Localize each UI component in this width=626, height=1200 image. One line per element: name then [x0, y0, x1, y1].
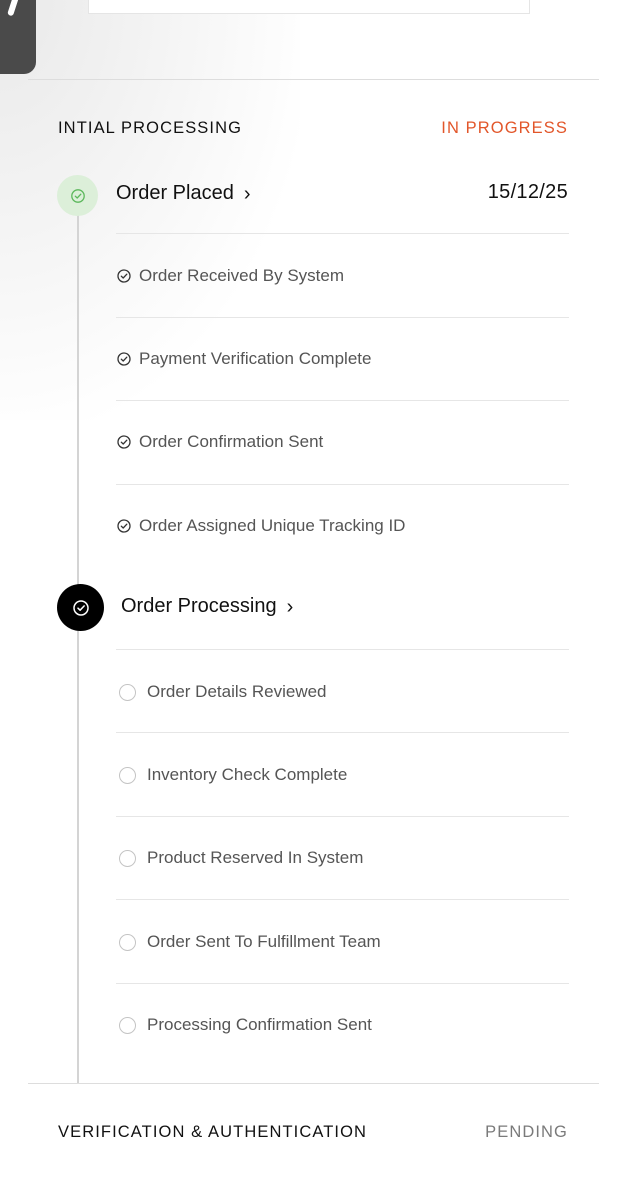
row-divider — [116, 983, 569, 984]
check-circle-icon — [117, 435, 131, 449]
step-item: Inventory Check Complete — [116, 765, 347, 785]
step-label: Payment Verification Complete — [139, 349, 372, 368]
check-circle-icon — [72, 599, 89, 616]
row-divider — [116, 649, 569, 650]
stage-current-node — [57, 584, 104, 631]
empty-circle-icon — [119, 933, 136, 951]
step-item: Order Received By System — [116, 266, 344, 286]
empty-circle-icon — [119, 1016, 136, 1034]
row-divider — [116, 400, 569, 401]
empty-circle-icon — [119, 766, 136, 784]
step-label: Order Details Reviewed — [147, 682, 327, 701]
chevron-right-icon: › — [286, 595, 294, 618]
step-label: Order Confirmation Sent — [139, 432, 324, 451]
back-glyph-icon — [7, 0, 19, 17]
step-label: Order Assigned Unique Tracking ID — [139, 516, 406, 535]
section-title-verification: VERIFICATION & AUTHENTICATION — [58, 1123, 368, 1141]
empty-circle-icon — [119, 683, 136, 701]
section-status-in-progress: IN PROGRESS — [441, 119, 568, 137]
row-divider — [116, 484, 569, 485]
step-label: Inventory Check Complete — [147, 765, 348, 784]
check-circle-icon — [70, 188, 85, 203]
timeline-line — [77, 196, 79, 1083]
step-item: Processing Confirmation Sent — [116, 1015, 372, 1035]
stage-order-placed[interactable]: Order Placed › — [116, 182, 251, 205]
section-status-pending: PENDING — [485, 1123, 568, 1141]
stage-date: 15/12/25 — [487, 181, 568, 203]
stage-title-label: Order Placed — [116, 182, 234, 204]
check-circle-icon — [117, 352, 131, 366]
row-divider — [116, 816, 569, 817]
divider — [28, 79, 599, 80]
stage-order-processing[interactable]: Order Processing › — [121, 595, 293, 618]
step-item: Order Assigned Unique Tracking ID — [116, 516, 405, 536]
divider — [28, 1083, 599, 1084]
row-divider — [116, 732, 569, 733]
step-item: Order Confirmation Sent — [116, 432, 323, 452]
step-label: Product Reserved In System — [147, 848, 364, 867]
step-label: Processing Confirmation Sent — [147, 1015, 372, 1034]
check-circle-icon — [117, 269, 131, 283]
step-label: Order Received By System — [139, 266, 345, 285]
step-label: Order Sent To Fulfillment Team — [147, 932, 381, 951]
section-title-initial-processing: INTIAL PROCESSING — [58, 119, 243, 137]
step-item: Payment Verification Complete — [116, 349, 371, 369]
row-divider — [116, 317, 569, 318]
row-divider — [116, 899, 569, 900]
chevron-right-icon: › — [243, 182, 251, 205]
top-card — [88, 0, 530, 14]
step-item: Order Details Reviewed — [116, 682, 327, 702]
step-item: Order Sent To Fulfillment Team — [116, 932, 381, 952]
stage-title-label: Order Processing — [121, 595, 277, 617]
stage-completed-node — [57, 175, 98, 216]
back-tab[interactable] — [0, 0, 36, 74]
empty-circle-icon — [119, 849, 136, 867]
row-divider — [116, 233, 569, 234]
step-item: Product Reserved In System — [116, 848, 363, 868]
check-circle-icon — [117, 519, 131, 533]
